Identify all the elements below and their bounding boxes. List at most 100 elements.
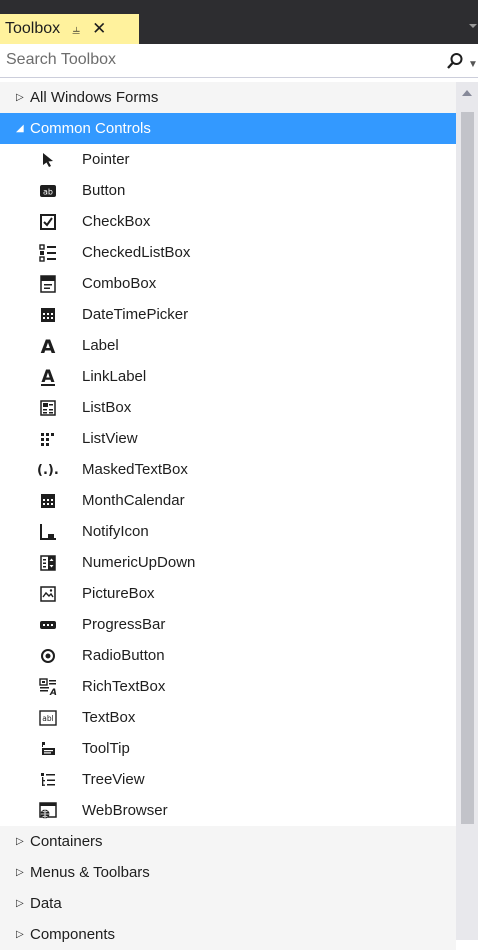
search-bar: ▼ [0,44,478,78]
toolbox-item-datetimepicker[interactable]: DateTimePicker [0,299,456,330]
item-label: MonthCalendar [82,492,185,509]
close-icon[interactable]: ✕ [92,19,106,39]
category-label: Containers [30,833,103,850]
category-common-controls[interactable]: ◢ Common Controls [0,113,456,144]
webbrowser-icon [36,801,60,821]
item-label: CheckBox [82,213,151,230]
search-options-chevron-icon[interactable]: ▼ [468,59,478,70]
toolbox-item-richtextbox[interactable]: A RichTextBox [0,671,456,702]
category-label: Common Controls [30,120,151,137]
item-label: ToolTip [82,740,130,757]
scroll-up-arrow-icon[interactable] [462,90,472,96]
svg-text:abl: abl [42,714,53,723]
item-label: Button [82,182,126,199]
item-label: ListBox [82,399,132,416]
item-label: MaskedTextBox [82,461,188,478]
item-label: ComboBox [82,275,157,292]
richtextbox-icon: A [36,677,60,697]
search-input[interactable] [2,47,440,73]
scrollbar-thumb[interactable] [461,112,474,824]
expand-arrow-icon: ▷ [16,929,24,940]
svg-text:ab: ab [43,187,53,196]
radiobutton-icon [36,646,60,666]
notifyicon-icon [36,522,60,542]
toolbox-item-button[interactable]: ab Button [0,175,456,206]
picturebox-icon [36,584,60,604]
tooltip-icon [36,739,60,759]
toolbox-item-combobox[interactable]: ComboBox [0,268,456,299]
category-menus-toolbars[interactable]: ▷ Menus & Toolbars [0,857,456,888]
maskedtextbox-icon: (.). [36,460,60,480]
item-label: Label [82,337,119,354]
toolbox-item-maskedtextbox[interactable]: (.). MaskedTextBox [0,454,456,485]
item-label: ListView [82,430,138,447]
toolbox-item-notifyicon[interactable]: NotifyIcon [0,516,456,547]
category-label: Components [30,926,116,943]
expand-arrow-icon: ▷ [16,867,24,878]
item-label: LinkLabel [82,368,147,385]
toolbox-title-bar: Toolbox ⫨ ✕ [0,0,478,44]
svg-text:A: A [41,337,56,355]
pointer-icon [36,150,60,170]
item-label: PictureBox [82,585,155,602]
toolbox-item-webbrowser[interactable]: WebBrowser [0,795,456,826]
expand-arrow-icon: ▷ [16,92,24,103]
category-components[interactable]: ▷ Components [0,919,456,950]
toolbox-item-progressbar[interactable]: ProgressBar [0,609,456,640]
search-icon[interactable] [446,52,464,70]
toolbox-item-radiobutton[interactable]: RadioButton [0,640,456,671]
item-label: WebBrowser [82,802,168,819]
toolbox-item-listbox[interactable]: ListBox [0,392,456,423]
listbox-icon [36,398,60,418]
category-all-windows-forms[interactable]: ▷ All Windows Forms [0,82,456,113]
item-label: ProgressBar [82,616,166,633]
category-label: Menus & Toolbars [30,864,150,881]
toolbox-item-checkedlistbox[interactable]: CheckedListBox [0,237,456,268]
toolbox-item-picturebox[interactable]: PictureBox [0,578,456,609]
window-menu-chevron-icon[interactable] [469,24,477,28]
label-icon: A [36,336,60,356]
category-data[interactable]: ▷ Data [0,888,456,919]
toolbox-item-linklabel[interactable]: A LinkLabel [0,361,456,392]
toolbox-item-textbox[interactable]: abl TextBox [0,702,456,733]
pin-icon[interactable]: ⫨ [72,21,80,38]
toolbox-list: ▷ All Windows Forms ◢ Common Controls Po… [0,82,456,950]
toolbox-item-pointer[interactable]: Pointer [0,144,456,175]
item-label: RichTextBox [82,678,166,695]
category-label: All Windows Forms [30,89,159,106]
expand-arrow-icon: ▷ [16,898,24,909]
svg-text:(.).: (.). [37,463,59,478]
toolbox-item-numericupdown[interactable]: NumericUpDown [0,547,456,578]
numericupdown-icon [36,553,60,573]
textbox-icon: abl [36,708,60,728]
category-label: Data [30,895,62,912]
linklabel-icon: A [36,367,60,387]
expand-arrow-icon: ▷ [16,836,24,847]
item-label: Pointer [82,151,130,168]
svg-text:A: A [49,688,57,696]
item-label: TreeView [82,771,145,788]
item-label: RadioButton [82,647,165,664]
toolbox-title: Toolbox [5,20,61,37]
collapse-arrow-icon: ◢ [16,123,24,134]
monthcalendar-icon [36,491,60,511]
combobox-icon [36,274,60,294]
toolbox-item-monthcalendar[interactable]: MonthCalendar [0,485,456,516]
listview-icon [36,429,60,449]
checkbox-icon [36,212,60,232]
item-label: TextBox [82,709,136,726]
item-label: NotifyIcon [82,523,149,540]
item-label: NumericUpDown [82,554,196,571]
toolbox-item-label[interactable]: A Label [0,330,456,361]
datetimepicker-icon [36,305,60,325]
toolbox-item-tooltip[interactable]: ToolTip [0,733,456,764]
toolbox-item-treeview[interactable]: TreeView [0,764,456,795]
treeview-icon [36,770,60,790]
category-containers[interactable]: ▷ Containers [0,826,456,857]
item-label: CheckedListBox [82,244,191,261]
button-icon: ab [36,181,60,201]
item-label: DateTimePicker [82,306,189,323]
toolbox-item-listview[interactable]: ListView [0,423,456,454]
toolbox-item-checkbox[interactable]: CheckBox [0,206,456,237]
toolbox-tab[interactable]: Toolbox ⫨ ✕ [0,14,139,44]
